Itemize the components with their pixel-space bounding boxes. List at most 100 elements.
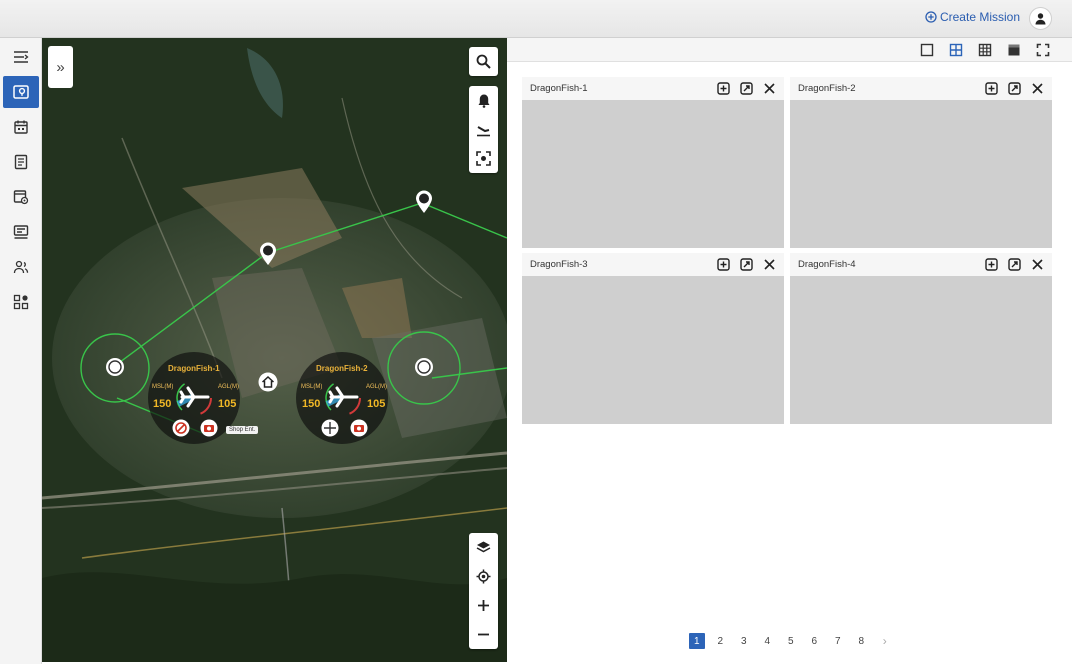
- drone-2-msl-label: MSL(M): [301, 384, 323, 390]
- drone-1-airplane-icon[interactable]: [172, 380, 216, 416]
- drone-1-disarm-icon[interactable]: [172, 419, 190, 437]
- popout-icon[interactable]: [1008, 258, 1021, 271]
- menu-icon: [14, 51, 29, 63]
- home-point-marker-1[interactable]: [105, 357, 125, 377]
- drone-2-agl-value: 105: [367, 398, 386, 410]
- map-imagery: [42, 38, 507, 662]
- create-mission-button[interactable]: Create Mission: [925, 10, 1020, 24]
- drone-2-move-icon[interactable]: [321, 419, 339, 437]
- drone-1-msl-value: 150: [153, 398, 172, 410]
- layers-icon: [476, 541, 491, 553]
- video-tile-title: DragonFish-3: [530, 259, 588, 270]
- satellite-map[interactable]: DragonFish-1 MSL(M) AGL(M) 150 105 Shop …: [42, 38, 507, 662]
- waypoint-marker-2[interactable]: [415, 190, 433, 214]
- page-button-3[interactable]: 3: [732, 633, 756, 649]
- popout-icon[interactable]: [740, 82, 753, 95]
- plus-icon: [478, 600, 489, 611]
- page-button-6[interactable]: 6: [803, 633, 827, 649]
- pagination: 1 2 3 4 5 6 7 8 ›: [685, 633, 897, 649]
- drone-1-agl-value: 105: [218, 398, 237, 410]
- layout-toolbar: [507, 38, 1072, 62]
- layout-quad-icon[interactable]: [949, 43, 963, 57]
- alarm-button[interactable]: [469, 86, 498, 115]
- shop-tooltip: Shop Ent.: [226, 426, 259, 434]
- sidebar-item-document[interactable]: [3, 146, 39, 178]
- layout-single-icon[interactable]: [920, 43, 934, 57]
- close-icon[interactable]: [1031, 82, 1044, 95]
- page-button-7[interactable]: 7: [826, 633, 850, 649]
- zoom-in-button[interactable]: [469, 591, 498, 620]
- popout-icon[interactable]: [1008, 82, 1021, 95]
- bell-icon: [478, 94, 489, 108]
- video-tile-1[interactable]: DragonFish-1: [522, 77, 784, 248]
- next-page-button[interactable]: ›: [873, 633, 897, 649]
- video-tile-3[interactable]: DragonFish-3: [522, 253, 784, 424]
- double-chevron-right-icon: »: [56, 58, 65, 76]
- close-icon[interactable]: [763, 82, 776, 95]
- plane-landing-icon: [477, 126, 490, 137]
- video-tile-title: DragonFish-4: [798, 259, 856, 270]
- drone-1-agl-label: AGL(M): [218, 384, 239, 390]
- top-bar: Create Mission: [0, 0, 1072, 38]
- drone-1-label: DragonFish-1: [168, 364, 220, 373]
- home-point-marker-2[interactable]: [414, 357, 434, 377]
- page-button-4[interactable]: 4: [756, 633, 780, 649]
- landing-button[interactable]: [469, 115, 498, 144]
- document-icon: [14, 154, 28, 170]
- crosshair-icon: [476, 569, 491, 584]
- search-icon: [476, 54, 491, 69]
- video-tile-title: DragonFish-1: [530, 83, 588, 94]
- sidebar-item-apps[interactable]: [3, 286, 39, 318]
- page-button-1[interactable]: 1: [685, 633, 709, 649]
- home-icon[interactable]: [258, 372, 278, 392]
- zoom-out-button[interactable]: [469, 620, 498, 649]
- add-icon[interactable]: [985, 82, 998, 95]
- focus-frame-icon: [476, 151, 491, 166]
- page-button-8[interactable]: 8: [850, 633, 874, 649]
- drone-1-msl-label: MSL(M): [152, 384, 174, 390]
- calendar-icon: [14, 120, 28, 134]
- user-icon: [1035, 13, 1046, 25]
- sidebar-item-menu[interactable]: [3, 41, 39, 73]
- page-button-2[interactable]: 2: [709, 633, 733, 649]
- close-icon[interactable]: [1031, 258, 1044, 271]
- drone-1-camera-icon[interactable]: [200, 419, 218, 437]
- users-icon: [13, 260, 29, 274]
- page-button-5[interactable]: 5: [779, 633, 803, 649]
- minus-icon: [478, 633, 489, 636]
- video-panel: DragonFish-1 DragonFish-2 DragonFish-3 D…: [507, 38, 1072, 664]
- expand-panel-button[interactable]: »: [48, 46, 73, 88]
- drone-2-agl-label: AGL(M): [366, 384, 387, 390]
- add-icon[interactable]: [717, 82, 730, 95]
- layers-button[interactable]: [469, 533, 498, 562]
- user-avatar[interactable]: [1029, 7, 1052, 30]
- close-icon[interactable]: [763, 258, 776, 271]
- apps-icon: [13, 294, 29, 310]
- add-icon[interactable]: [985, 258, 998, 271]
- sidebar-item-users[interactable]: [3, 251, 39, 283]
- focus-button[interactable]: [469, 144, 498, 173]
- device-icon: [13, 225, 29, 239]
- video-tile-header: DragonFish-2: [790, 77, 1052, 100]
- drone-2-airplane-icon[interactable]: [321, 380, 365, 416]
- layout-full-panel-icon[interactable]: [1007, 43, 1021, 57]
- popout-icon[interactable]: [740, 258, 753, 271]
- waypoint-marker-1[interactable]: [259, 242, 277, 266]
- sidebar-item-media[interactable]: [3, 181, 39, 213]
- drone-2-msl-value: 150: [302, 398, 321, 410]
- add-icon[interactable]: [717, 258, 730, 271]
- sidebar-item-map[interactable]: [3, 76, 39, 108]
- layout-nine-icon[interactable]: [978, 43, 992, 57]
- create-mission-label: Create Mission: [939, 10, 1020, 24]
- video-tile-4[interactable]: DragonFish-4: [790, 253, 1052, 424]
- video-tile-header: DragonFish-4: [790, 253, 1052, 276]
- video-tile-2[interactable]: DragonFish-2: [790, 77, 1052, 248]
- map-search-button[interactable]: [469, 47, 498, 76]
- sidebar: [0, 38, 42, 664]
- fullscreen-icon[interactable]: [1036, 43, 1050, 57]
- sidebar-item-device[interactable]: [3, 216, 39, 248]
- locate-button[interactable]: [469, 562, 498, 591]
- video-tile-header: DragonFish-1: [522, 77, 784, 100]
- drone-2-camera-icon[interactable]: [350, 419, 368, 437]
- sidebar-item-calendar[interactable]: [3, 111, 39, 143]
